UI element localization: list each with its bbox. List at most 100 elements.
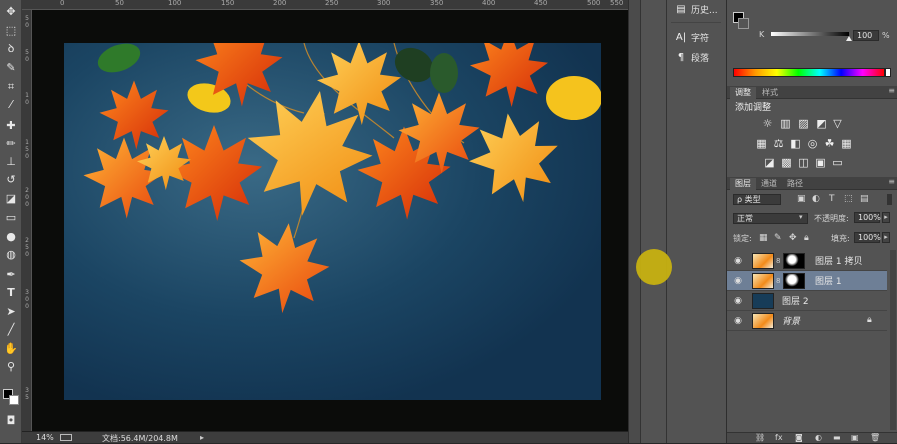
tab-paths[interactable]: 路径 (782, 178, 808, 190)
character-panel-button[interactable]: A| 字符 (667, 28, 727, 46)
paragraph-panel-button[interactable]: ¶ 段落 (667, 48, 727, 66)
layer-row[interactable]: ◉ 8 图层 1 拷贝 (727, 251, 887, 271)
new-group-icon[interactable]: ▬ (833, 433, 841, 442)
new-adjustment-icon[interactable]: ◐ (815, 433, 822, 442)
dodge-tool-icon[interactable]: ◍ (3, 246, 19, 262)
exposure-adjust-icon[interactable]: ◩ (815, 118, 828, 129)
zoom-tool-icon[interactable]: ⚲ (3, 358, 19, 374)
crop-tool-icon[interactable]: ⌗ (3, 78, 19, 94)
tab-layers[interactable]: 图层 (730, 178, 756, 190)
fill-dropdown-button[interactable]: ▸ (882, 232, 890, 243)
quick-select-tool-icon[interactable]: ✎ (3, 59, 19, 75)
channel-mixer-adjust-icon[interactable]: ☘ (823, 138, 836, 149)
tab-channels[interactable]: 通道 (756, 178, 782, 190)
vertical-scrollbar[interactable] (628, 0, 640, 443)
filter-toggle[interactable] (887, 194, 892, 205)
ruler-label: 0 (25, 56, 29, 63)
layer-mask-thumbnail[interactable] (783, 253, 805, 269)
hand-tool-icon[interactable]: ✋ (3, 340, 19, 356)
layers-scrollbar[interactable] (890, 250, 896, 430)
opacity-input[interactable]: 100% (854, 212, 881, 223)
eye-icon[interactable]: ◉ (733, 256, 743, 266)
opacity-dropdown-button[interactable]: ▸ (882, 212, 890, 223)
color-background-swatch[interactable] (738, 18, 749, 29)
history-panel-button[interactable]: ▤ 历史... (667, 0, 727, 18)
lock-move-icon[interactable]: ✥ (789, 233, 797, 243)
document-image[interactable] (64, 43, 601, 400)
filter-adjust-icon[interactable]: ◐ (812, 194, 820, 204)
add-mask-icon[interactable]: ◙ (795, 433, 803, 442)
layer-row[interactable]: ◉ 8 图层 1 (727, 271, 887, 291)
quick-mask-icon[interactable]: ◘ (3, 412, 19, 428)
stamp-tool-icon[interactable]: ⊥ (3, 153, 19, 169)
fill-input[interactable]: 100% (854, 232, 881, 243)
color-lookup-adjust-icon[interactable]: ▦ (840, 138, 853, 149)
filter-smart-icon[interactable]: ▤ (860, 194, 869, 204)
layer-row[interactable]: ◉ 背景 🔒︎ (727, 311, 887, 331)
fx-icon[interactable]: fx (775, 433, 783, 442)
eye-icon[interactable]: ◉ (733, 296, 743, 306)
trash-icon[interactable]: 🗑︎ (870, 433, 880, 442)
lock-all-icon[interactable]: 🔒︎ (804, 233, 809, 243)
filter-type-icon[interactable]: T (829, 194, 835, 204)
color-spectrum-bar[interactable] (733, 68, 885, 77)
layer-name[interactable]: 图层 2 (782, 294, 809, 307)
link-layers-icon[interactable]: ⛓ (755, 433, 765, 442)
selective-color-adjust-icon[interactable]: ▣ (814, 157, 827, 168)
lock-transparent-icon[interactable]: ▦ (759, 233, 768, 243)
tab-styles[interactable]: 样式 (757, 87, 783, 99)
panel-menu-icon[interactable]: ≡ (888, 177, 895, 186)
layer-mask-thumbnail[interactable] (783, 273, 805, 289)
layer-row[interactable]: ◉ 图层 2 (727, 291, 887, 311)
blend-mode-select[interactable]: 正常 (733, 213, 808, 224)
white-swatch[interactable] (885, 68, 891, 77)
pen-tool-icon[interactable]: ✒ (3, 266, 19, 282)
shape-tool-icon[interactable]: ╱ (3, 321, 19, 337)
move-tool-icon[interactable]: ✥ (3, 3, 19, 19)
gradient-tool-icon[interactable]: ▭ (3, 209, 19, 225)
levels-adjust-icon[interactable]: ▥ (779, 118, 792, 129)
posterize-adjust-icon[interactable]: ▩ (780, 157, 793, 168)
background-color-swatch[interactable] (9, 395, 19, 405)
layer-name[interactable]: 图层 1 拷贝 (815, 254, 862, 267)
tab-adjustments[interactable]: 调整 (730, 87, 756, 99)
zoom-level[interactable]: 14% (36, 433, 54, 442)
k-value-input[interactable]: 100 (853, 30, 879, 41)
ruler-label: 0 (25, 251, 29, 258)
lasso-tool-icon[interactable]: ꝺ (3, 40, 19, 56)
gradient-map-adjust-icon[interactable]: ▭ (831, 157, 844, 168)
invert-adjust-icon[interactable]: ◪ (763, 157, 776, 168)
layer-filter-select[interactable]: ρ 类型 (733, 194, 781, 205)
threshold-adjust-icon[interactable]: ◫ (797, 157, 810, 168)
bw-adjust-icon[interactable]: ◧ (789, 138, 802, 149)
k-slider-track[interactable] (771, 32, 849, 36)
layer-name[interactable]: 背景 (782, 314, 800, 327)
k-slider-handle[interactable] (846, 36, 852, 41)
path-select-tool-icon[interactable]: ➤ (3, 303, 19, 319)
eye-icon[interactable]: ◉ (733, 276, 743, 286)
eye-icon[interactable]: ◉ (733, 316, 743, 326)
status-arrow-icon[interactable]: ▸ (200, 433, 204, 442)
eraser-tool-icon[interactable]: ◪ (3, 190, 19, 206)
brush-tool-icon[interactable]: ✏ (3, 135, 19, 151)
blur-tool-icon[interactable]: ● (3, 228, 19, 244)
healing-tool-icon[interactable]: ✚ (3, 117, 19, 133)
brightness-adjust-icon[interactable]: ☼ (761, 118, 774, 129)
lock-paint-icon[interactable]: ✎ (774, 233, 782, 243)
filter-shape-icon[interactable]: ⬚ (844, 194, 853, 204)
color-balance-adjust-icon[interactable]: ⚖ (772, 138, 785, 149)
eyedropper-tool-icon[interactable]: ⁄ (3, 96, 19, 112)
filter-image-icon[interactable]: ▣ (797, 194, 806, 204)
marquee-tool-icon[interactable]: ⬚ (3, 22, 19, 38)
hue-adjust-icon[interactable]: ▦ (755, 138, 768, 149)
vibrance-adjust-icon[interactable]: ▽ (831, 118, 844, 129)
photo-filter-adjust-icon[interactable]: ◎ (806, 138, 819, 149)
new-layer-icon[interactable]: ▣ (851, 433, 859, 442)
history-brush-tool-icon[interactable]: ↺ (3, 171, 19, 187)
horizontal-ruler: 0 50 100 150 200 250 300 350 400 450 500… (22, 0, 628, 10)
layer-thumbnail (752, 273, 774, 289)
layer-name[interactable]: 图层 1 (815, 274, 842, 287)
panel-menu-icon[interactable]: ≡ (888, 86, 895, 95)
curves-adjust-icon[interactable]: ▨ (797, 118, 810, 129)
type-tool-icon[interactable]: T (3, 284, 19, 300)
